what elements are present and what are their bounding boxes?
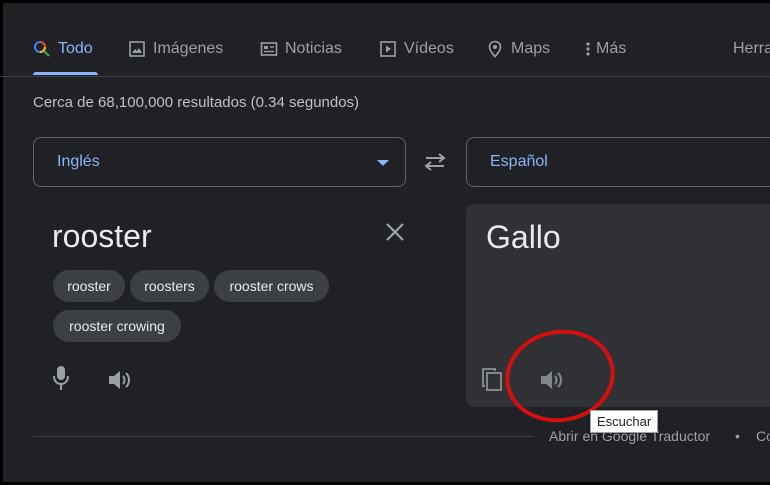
tab-label: Imágenes (153, 40, 224, 57)
close-icon[interactable] (383, 220, 407, 244)
tab-label: Noticias (285, 40, 342, 57)
tools-label: Herra (733, 40, 770, 57)
map-pin-icon (488, 40, 502, 58)
suggestion-chip[interactable]: rooster (53, 270, 125, 302)
tab-label: Maps (511, 40, 551, 57)
copy-button[interactable] (478, 365, 506, 393)
chevron-down-icon (377, 160, 389, 166)
tab-todo[interactable]: Todo (33, 38, 93, 60)
microphone-icon (53, 366, 69, 390)
divider (33, 436, 533, 437)
tab-label: Más (596, 40, 627, 57)
news-icon (260, 42, 278, 56)
tools-button[interactable]: Herra (733, 38, 770, 60)
source-text-input[interactable]: rooster (52, 218, 152, 255)
feedback-link[interactable]: Co (756, 428, 770, 444)
tab-imagenes[interactable]: Imágenes (128, 38, 223, 60)
listen-tooltip: Escuchar (590, 410, 659, 433)
microphone-button[interactable] (47, 364, 75, 392)
copy-icon (482, 368, 502, 391)
image-icon (129, 41, 145, 57)
more-vert-icon (586, 42, 590, 56)
suggestion-chip[interactable]: rooster crows (214, 270, 329, 302)
swap-languages-icon[interactable] (423, 151, 447, 173)
source-language-select[interactable]: Inglés (33, 137, 406, 187)
speaker-icon (109, 371, 130, 389)
results-stats: Cerca de 68,100,000 resultados (0.34 seg… (33, 94, 360, 111)
translated-text: Gallo (486, 219, 561, 255)
search-tabs-bar: Todo Imágenes Noticias Vídeos Maps Más H… (0, 0, 770, 77)
active-tab-indicator (33, 72, 98, 75)
tab-noticias[interactable]: Noticias (260, 38, 342, 60)
video-icon (380, 41, 396, 57)
suggestion-chip[interactable]: rooster crowing (53, 310, 181, 342)
source-language-label: Inglés (57, 153, 100, 170)
tab-label: Todo (58, 40, 93, 57)
target-language-select[interactable]: Español (466, 137, 770, 187)
tab-label: Vídeos (404, 40, 454, 57)
target-language-label: Español (490, 153, 548, 170)
tab-videos[interactable]: Vídeos (379, 38, 454, 60)
suggestion-chip[interactable]: roosters (130, 270, 209, 302)
listen-source-button[interactable] (106, 366, 134, 394)
tab-mas[interactable]: Más (584, 38, 626, 60)
footer-separator: • (735, 428, 740, 444)
tab-maps[interactable]: Maps (486, 38, 550, 60)
search-icon (34, 41, 50, 57)
